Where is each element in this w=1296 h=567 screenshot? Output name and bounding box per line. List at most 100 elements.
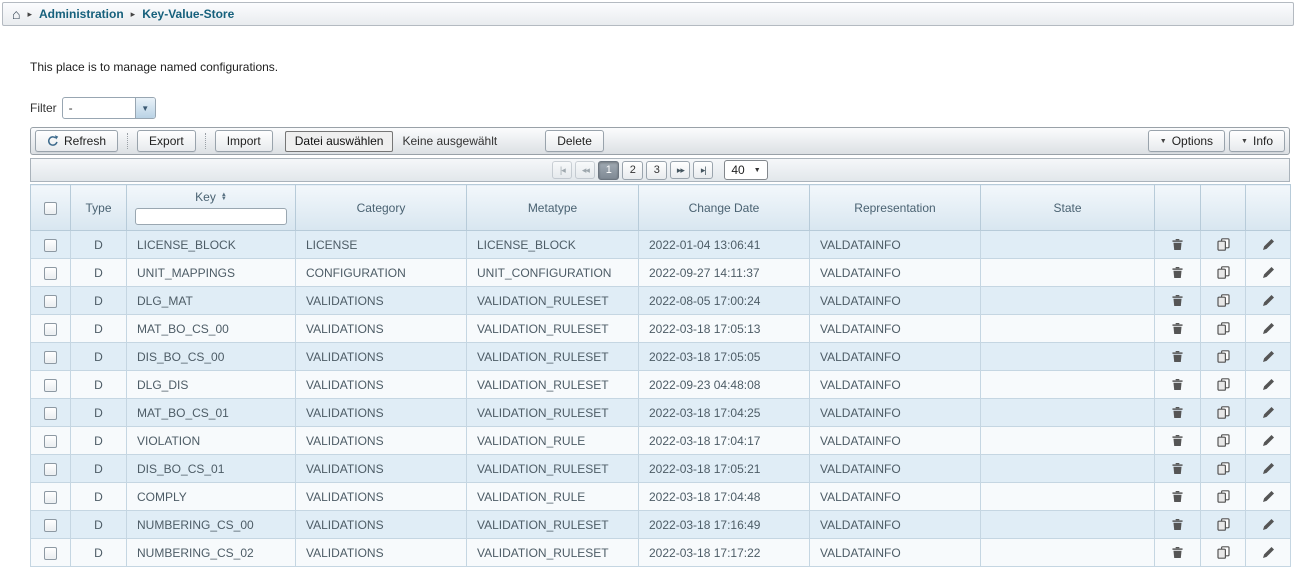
col-header-key[interactable]: Key ▲▼ (127, 185, 296, 231)
row-edit-cell (1246, 315, 1291, 343)
row-edit-cell (1246, 371, 1291, 399)
select-all-checkbox[interactable] (44, 202, 57, 215)
copy-row-button[interactable] (1215, 321, 1231, 337)
cell-change-date: 2022-09-23 04:48:08 (639, 371, 810, 399)
delete-row-button[interactable] (1170, 517, 1186, 533)
breadcrumb-administration[interactable]: Administration (39, 7, 124, 21)
table-row: D COMPLY VALIDATIONS VALIDATION_RULE 202… (31, 483, 1291, 511)
edit-row-button[interactable] (1260, 349, 1276, 365)
copy-row-button[interactable] (1215, 489, 1231, 505)
cell-representation: VALDATAINFO (810, 511, 981, 539)
copy-row-button[interactable] (1215, 405, 1231, 421)
row-checkbox[interactable] (44, 435, 57, 448)
row-delete-cell (1155, 231, 1201, 259)
copy-row-button[interactable] (1215, 265, 1231, 281)
copy-row-button[interactable] (1215, 377, 1231, 393)
row-checkbox[interactable] (44, 407, 57, 420)
row-edit-cell (1246, 343, 1291, 371)
key-filter-input[interactable] (135, 208, 287, 225)
copy-row-button[interactable] (1215, 293, 1231, 309)
delete-row-button[interactable] (1170, 321, 1186, 337)
delete-row-button[interactable] (1170, 237, 1186, 253)
cell-metatype: VALIDATION_RULESET (467, 287, 639, 315)
copy-row-button[interactable] (1215, 433, 1231, 449)
cell-representation: VALDATAINFO (810, 455, 981, 483)
delete-row-button[interactable] (1170, 349, 1186, 365)
col-header-delete (1155, 185, 1201, 231)
select-all-header-cell (31, 185, 71, 231)
row-select-cell (31, 455, 71, 483)
row-checkbox[interactable] (44, 379, 57, 392)
cell-change-date: 2022-01-04 13:06:41 (639, 231, 810, 259)
row-edit-cell (1246, 483, 1291, 511)
edit-row-button[interactable] (1260, 545, 1276, 561)
cell-type: D (71, 343, 127, 371)
import-button[interactable]: Import (215, 130, 273, 152)
delete-row-button[interactable] (1170, 405, 1186, 421)
delete-row-button[interactable] (1170, 433, 1186, 449)
row-checkbox[interactable] (44, 519, 57, 532)
page-2-button[interactable]: 2 (622, 161, 643, 180)
row-checkbox[interactable] (44, 463, 57, 476)
edit-row-button[interactable] (1260, 461, 1276, 477)
row-checkbox[interactable] (44, 323, 57, 336)
breadcrumb-key-value-store[interactable]: Key-Value-Store (142, 7, 234, 21)
file-choose-button[interactable]: Datei auswählen (285, 131, 394, 152)
copy-row-button[interactable] (1215, 237, 1231, 253)
cell-state (981, 427, 1155, 455)
row-checkbox[interactable] (44, 295, 57, 308)
edit-row-button[interactable] (1260, 405, 1276, 421)
chevron-down-icon: ▼ (141, 104, 149, 113)
prev-page-button[interactable]: ◂◂ (575, 161, 595, 179)
table-row: D VIOLATION VALIDATIONS VALIDATION_RULE … (31, 427, 1291, 455)
row-checkbox[interactable] (44, 547, 57, 560)
row-checkbox[interactable] (44, 239, 57, 252)
edit-row-button[interactable] (1260, 377, 1276, 393)
page-3-button[interactable]: 3 (646, 161, 667, 180)
page-size-select[interactable]: 40 ▼ (724, 160, 767, 180)
delete-row-button[interactable] (1170, 545, 1186, 561)
col-header-representation: Representation (810, 185, 981, 231)
row-delete-cell (1155, 511, 1201, 539)
row-copy-cell (1201, 455, 1246, 483)
edit-row-button[interactable] (1260, 293, 1276, 309)
edit-row-button[interactable] (1260, 517, 1276, 533)
delete-row-button[interactable] (1170, 489, 1186, 505)
filter-dropdown[interactable]: - ▼ (62, 97, 156, 119)
filter-label: Filter (30, 101, 57, 115)
row-edit-cell (1246, 287, 1291, 315)
row-checkbox[interactable] (44, 267, 57, 280)
filter-dropdown-arrow-button[interactable]: ▼ (135, 98, 155, 118)
cell-state (981, 371, 1155, 399)
delete-button[interactable]: Delete (545, 130, 604, 152)
copy-row-button[interactable] (1215, 461, 1231, 477)
copy-row-button[interactable] (1215, 349, 1231, 365)
page-1-button[interactable]: 1 (598, 161, 619, 180)
edit-row-button[interactable] (1260, 265, 1276, 281)
row-checkbox[interactable] (44, 351, 57, 364)
delete-row-button[interactable] (1170, 377, 1186, 393)
cell-key: VIOLATION (127, 427, 296, 455)
toolbar-separator (127, 133, 128, 149)
edit-row-button[interactable] (1260, 433, 1276, 449)
last-page-button[interactable]: ▸| (693, 161, 713, 179)
edit-row-button[interactable] (1260, 321, 1276, 337)
breadcrumb-chevron-icon: ▸ (27, 9, 32, 20)
delete-row-button[interactable] (1170, 293, 1186, 309)
next-page-button[interactable]: ▸▸ (670, 161, 690, 179)
refresh-button[interactable]: Refresh (35, 130, 118, 152)
options-dropdown-button[interactable]: ▼ Options (1148, 130, 1225, 152)
edit-row-button[interactable] (1260, 237, 1276, 253)
copy-row-button[interactable] (1215, 517, 1231, 533)
copy-row-button[interactable] (1215, 545, 1231, 561)
edit-row-button[interactable] (1260, 489, 1276, 505)
home-icon[interactable]: ⌂ (12, 7, 20, 21)
info-dropdown-button[interactable]: ▼ Info (1229, 130, 1285, 152)
delete-row-button[interactable] (1170, 461, 1186, 477)
row-checkbox[interactable] (44, 491, 57, 504)
export-button[interactable]: Export (137, 130, 196, 152)
cell-metatype: VALIDATION_RULE (467, 483, 639, 511)
delete-row-button[interactable] (1170, 265, 1186, 281)
cell-representation: VALDATAINFO (810, 231, 981, 259)
first-page-button[interactable]: |◂ (552, 161, 572, 179)
